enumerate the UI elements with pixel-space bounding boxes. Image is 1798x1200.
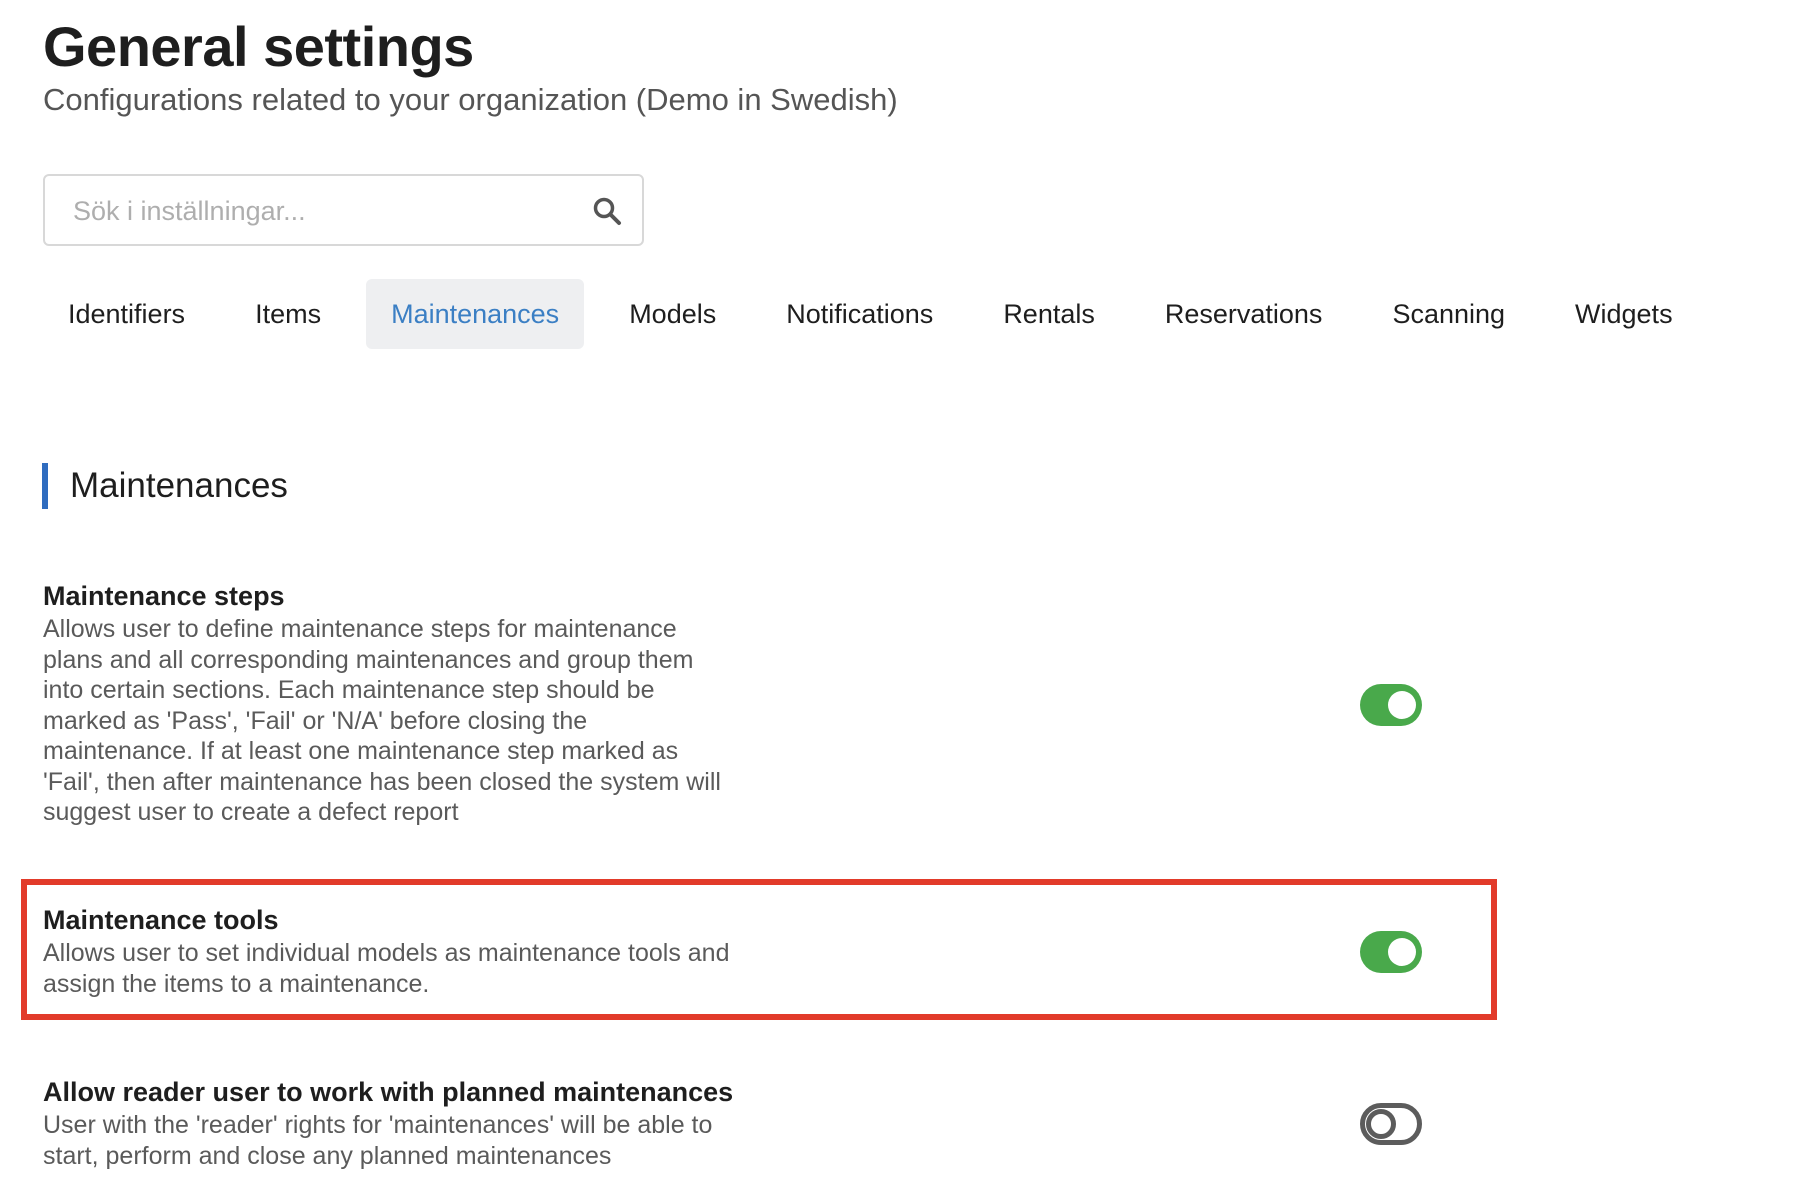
setting-maintenance-steps: Maintenance steps Allows user to define … — [43, 578, 1493, 828]
page-title: General settings — [43, 15, 474, 78]
tab-reservations[interactable]: Reservations — [1140, 279, 1348, 349]
setting-reader-planned-maintenances: Allow reader user to work with planned m… — [43, 1074, 1493, 1171]
setting-description: Allows user to define maintenance steps … — [43, 615, 721, 826]
tab-widgets[interactable]: Widgets — [1550, 279, 1698, 349]
toggle-knob — [1388, 938, 1416, 966]
setting-title: Allow reader user to work with planned m… — [43, 1077, 734, 1107]
maintenance-tools-toggle[interactable] — [1360, 931, 1422, 973]
tab-scanning[interactable]: Scanning — [1367, 279, 1530, 349]
setting-title: Maintenance tools — [43, 905, 279, 935]
search-box[interactable] — [43, 174, 644, 246]
setting-title: Maintenance steps — [43, 581, 285, 611]
page-subtitle: Configurations related to your organizat… — [43, 82, 898, 117]
section-title: Maintenances — [42, 463, 288, 509]
tab-identifiers[interactable]: Identifiers — [43, 279, 210, 349]
toggle-knob — [1388, 691, 1416, 719]
setting-maintenance-tools: Maintenance tools Allows user to set ind… — [43, 902, 1493, 999]
tab-rentals[interactable]: Rentals — [978, 279, 1120, 349]
maintenance-steps-toggle[interactable] — [1360, 684, 1422, 726]
tab-items[interactable]: Items — [230, 279, 346, 349]
tab-notifications[interactable]: Notifications — [761, 279, 958, 349]
toggle-knob — [1366, 1109, 1396, 1139]
settings-tabs: Identifiers Items Maintenances Models No… — [43, 279, 1718, 349]
tab-maintenances[interactable]: Maintenances — [366, 279, 585, 349]
reader-planned-maintenances-toggle[interactable] — [1360, 1103, 1422, 1145]
tab-models[interactable]: Models — [604, 279, 741, 349]
search-input[interactable] — [71, 176, 595, 246]
setting-description: User with the 'reader' rights for 'maint… — [43, 1111, 713, 1170]
setting-description: Allows user to set individual models as … — [43, 939, 730, 998]
search-icon[interactable] — [592, 196, 622, 226]
